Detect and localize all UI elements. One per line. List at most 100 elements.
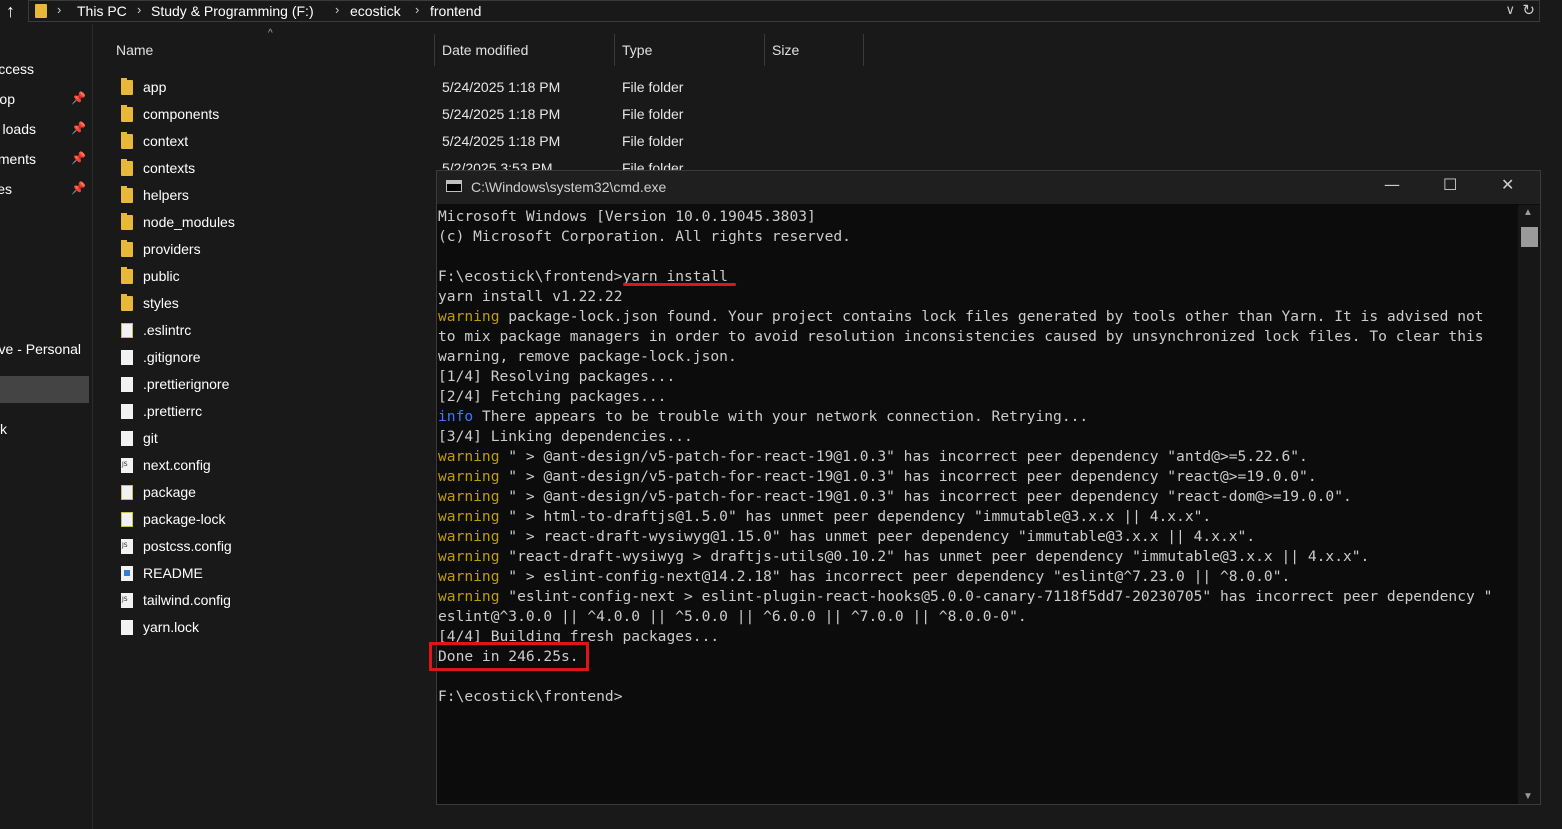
console-line: to mix package managers in order to avoi… [437, 327, 1517, 347]
warning-label: warning [438, 308, 500, 325]
file-name: node_modules [143, 214, 235, 230]
nav-item-downloads[interactable]: loads 📌 [0, 118, 92, 142]
nav-item-label: ve - Personal [0, 341, 81, 357]
file-name: package-lock [143, 511, 226, 527]
folder-icon [121, 159, 133, 176]
file-icon [121, 620, 133, 635]
nav-item-quick-access[interactable]: ccess [0, 58, 92, 82]
file-name: contexts [143, 160, 196, 176]
folder-icon [121, 240, 133, 257]
console-text: yarn install v1.22.22 [438, 288, 623, 305]
warning-label: warning [438, 568, 500, 585]
column-header-size[interactable]: Size [772, 42, 799, 58]
file-row[interactable]: context 5/24/2025 1:18 PM File folder [113, 129, 913, 156]
cmd-window[interactable]: C:\Windows\system32\cmd.exe — ☐ ✕ Micros… [436, 170, 1541, 805]
file-type: File folder [622, 79, 684, 95]
breadcrumb-ecostick[interactable]: ecostick [350, 3, 401, 19]
cmd-title-bar[interactable]: C:\Windows\system32\cmd.exe — ☐ ✕ [437, 171, 1540, 204]
console-line: warning package-lock.json found. Your pr… [437, 307, 1517, 327]
up-arrow-icon[interactable]: ↑ [6, 1, 15, 21]
console-text: to mix package managers in order to avoi… [438, 328, 1484, 345]
console-text: "react-draft-wysiwyg > draftjs-utils@0.1… [499, 548, 1370, 565]
column-header-type[interactable]: Type [622, 42, 652, 58]
folder-icon [121, 132, 133, 149]
folder-icon [121, 186, 133, 203]
column-header-date-modified[interactable]: Date modified [442, 42, 528, 58]
console-text: " > @ant-design/v5-patch-for-react-19@1.… [499, 488, 1352, 505]
minimize-icon[interactable]: — [1384, 175, 1400, 194]
close-icon[interactable]: ✕ [1501, 175, 1514, 194]
warning-label: warning [438, 548, 500, 565]
file-row[interactable]: components 5/24/2025 1:18 PM File folder [113, 102, 913, 129]
console-text: package-lock.json found. Your project co… [499, 308, 1484, 325]
annotation-box [429, 642, 589, 671]
column-divider[interactable] [614, 34, 615, 66]
console-line: warning " > html-to-draftjs@1.5.0" has u… [437, 507, 1517, 527]
nav-item-label: ments [0, 151, 36, 167]
pin-icon: 📌 [71, 121, 86, 135]
warning-label: warning [438, 508, 500, 525]
file-date-modified: 5/24/2025 1:18 PM [442, 133, 561, 149]
chevron-right-icon[interactable]: › [415, 2, 419, 17]
column-divider[interactable] [863, 34, 864, 66]
console-text: eslint@^3.0.0 || ^4.0.0 || ^5.0.0 || ^6.… [438, 608, 1027, 625]
chevron-right-icon[interactable]: › [57, 2, 61, 17]
console-line: warning " > @ant-design/v5-patch-for-rea… [437, 467, 1517, 487]
console-line: [4/4] Building fresh packages... [437, 627, 1517, 647]
nav-item-label: es [0, 181, 12, 197]
breadcrumb-frontend[interactable]: frontend [430, 3, 481, 19]
file-row[interactable]: app 5/24/2025 1:18 PM File folder [113, 75, 913, 102]
maximize-icon[interactable]: ☐ [1443, 175, 1457, 194]
file-name: tailwind.config [143, 592, 231, 608]
info-label: info [438, 408, 474, 425]
file-icon [121, 377, 133, 392]
scrollbar[interactable]: ▲ ▼ [1518, 205, 1540, 804]
console-line: warning, remove package-lock.json. [437, 347, 1517, 367]
cmd-window-title: C:\Windows\system32\cmd.exe [471, 179, 667, 195]
console-line: eslint@^3.0.0 || ^4.0.0 || ^5.0.0 || ^6.… [437, 607, 1517, 627]
nav-item-desktop[interactable]: op 📌 [0, 88, 92, 112]
console-text: " > html-to-draftjs@1.5.0" has unmet pee… [499, 508, 1212, 525]
chevron-right-icon[interactable]: › [335, 2, 339, 17]
console-text: [2/4] Fetching packages... [438, 388, 667, 405]
nav-item-pictures[interactable]: es 📌 [0, 178, 92, 202]
console-line: warning "react-draft-wysiwyg > draftjs-u… [437, 547, 1517, 567]
console-line: [2/4] Fetching packages... [437, 387, 1517, 407]
console-line: F:\ecostick\frontend> [437, 687, 1517, 707]
chevron-right-icon[interactable]: › [137, 2, 141, 17]
nav-item-documents[interactable]: ments 📌 [0, 148, 92, 172]
console-text: [1/4] Resolving packages... [438, 368, 676, 385]
column-divider[interactable] [434, 34, 435, 66]
address-field[interactable]: › This PC › Study & Programming (F:) › e… [28, 0, 1540, 22]
warning-label: warning [438, 528, 500, 545]
file-icon [121, 431, 133, 446]
column-divider[interactable] [764, 34, 765, 66]
breadcrumb-drive[interactable]: Study & Programming (F:) [151, 3, 314, 19]
nav-item-onedrive[interactable]: ve - Personal [0, 338, 92, 362]
file-icon [121, 350, 133, 365]
console-output[interactable]: Microsoft Windows [Version 10.0.19045.38… [437, 207, 1517, 803]
scroll-down-icon[interactable]: ▼ [1523, 791, 1533, 802]
scrollbar-thumb[interactable] [1521, 227, 1538, 247]
chevron-down-icon[interactable]: ∨ [1505, 2, 1515, 18]
refresh-icon[interactable]: ↻ [1522, 1, 1535, 19]
console-line: (c) Microsoft Corporation. All rights re… [437, 227, 1517, 247]
nav-item-label: ccess [0, 61, 34, 77]
file-name: package [143, 484, 196, 500]
nav-item-network[interactable]: k [0, 418, 92, 442]
file-name: yarn.lock [143, 619, 200, 635]
warning-label: warning [438, 488, 500, 505]
nav-item-label: k [0, 421, 7, 437]
address-bar: ↑ › This PC › Study & Programming (F:) ›… [0, 0, 1562, 24]
scroll-up-icon[interactable]: ▲ [1523, 207, 1533, 218]
breadcrumb-this-pc[interactable]: This PC [77, 3, 127, 19]
nav-selected-highlight [0, 376, 89, 403]
folder-icon [35, 4, 47, 18]
console-line: warning " > @ant-design/v5-patch-for-rea… [437, 487, 1517, 507]
column-header-name[interactable]: Name [116, 42, 153, 58]
file-icon [121, 404, 133, 419]
console-line: Microsoft Windows [Version 10.0.19045.38… [437, 207, 1517, 227]
console-text: warning, remove package-lock.json. [438, 348, 737, 365]
